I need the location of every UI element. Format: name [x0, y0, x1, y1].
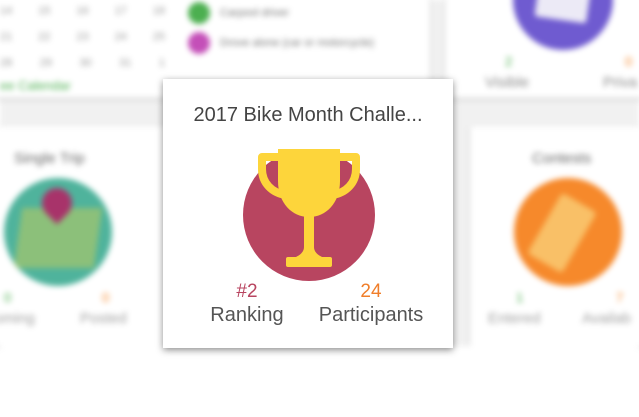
- available-count: 7: [616, 290, 624, 305]
- ticket-shape: [527, 192, 597, 274]
- calendar-grid: 14 15 16 17 18 21 22 23 24 25 28 29 30 3…: [0, 0, 165, 76]
- private-label: Priva: [603, 74, 638, 91]
- ranking-label: Ranking: [210, 304, 284, 326]
- calendar-day[interactable]: 23: [76, 31, 88, 43]
- calendar-day[interactable]: 31: [119, 57, 131, 69]
- visible-label: Visible: [485, 74, 529, 91]
- contests-panel[interactable]: Contests 1 Entered 7 Availab: [470, 126, 639, 346]
- calendar-day[interactable]: 21: [0, 31, 12, 43]
- page-bottom: [0, 346, 639, 417]
- calendar-row: 21 22 23 24 25: [0, 24, 165, 50]
- legend-label: Carpool driver: [220, 7, 290, 19]
- see-calendar-link[interactable]: ee Calendar: [0, 78, 71, 93]
- posted-count: 0: [102, 290, 110, 305]
- calendar-day[interactable]: 17: [115, 5, 127, 17]
- contests-title: Contests: [532, 150, 592, 167]
- calendar-day[interactable]: 28: [0, 57, 12, 69]
- participants-label: Participants: [318, 304, 424, 326]
- calendar-day[interactable]: 24: [115, 31, 127, 43]
- trophy-base: [286, 257, 332, 267]
- calendar-day[interactable]: 15: [38, 5, 50, 17]
- trophy-badge: [242, 141, 377, 281]
- calendar-day[interactable]: 22: [38, 31, 50, 43]
- car-icon: [188, 32, 210, 54]
- posted-label: Posted: [80, 310, 127, 327]
- challenge-card[interactable]: 2017 Bike Month Challe... #2 Ranking 24 …: [163, 79, 453, 348]
- calendar-day[interactable]: 14: [0, 5, 12, 17]
- entered-count: 1: [516, 290, 524, 305]
- visibility-panel: 2 Visible 0 Priva: [445, 0, 639, 98]
- available-label: Availab: [582, 310, 631, 327]
- trophy-cup: [278, 149, 340, 217]
- upcoming-label: oming: [0, 310, 35, 327]
- calendar-day[interactable]: 30: [79, 57, 91, 69]
- ranking-value: #2: [236, 281, 258, 302]
- calendar-day[interactable]: 29: [40, 57, 52, 69]
- ranking-stat: #2 Ranking: [177, 281, 317, 327]
- calendar-row: 28 29 30 31 1: [0, 50, 165, 76]
- map-icon: [4, 178, 112, 286]
- participants-value: 24: [360, 281, 382, 302]
- legend-item-carpool: Carpool driver: [188, 2, 289, 24]
- car-icon: [188, 2, 210, 24]
- private-count: 0: [625, 54, 633, 69]
- upcoming-count: 0: [4, 290, 12, 305]
- participants-stat: 24 Participants: [301, 281, 441, 327]
- calendar-day[interactable]: 1: [159, 57, 165, 69]
- calendar-day[interactable]: 25: [153, 31, 165, 43]
- calendar-day[interactable]: 16: [76, 5, 88, 17]
- visible-count: 2: [505, 54, 513, 69]
- single-trip-title: Single Trip: [14, 150, 85, 167]
- calendar-row: 14 15 16 17 18: [0, 0, 165, 24]
- single-trip-panel[interactable]: Single Trip 0 oming 0 Posted: [0, 126, 170, 346]
- trophy-icon: [243, 149, 375, 281]
- legend-item-drove-alone: Drove alone (car or motorcycle): [188, 32, 374, 54]
- challenge-title: 2017 Bike Month Challe...: [193, 104, 423, 126]
- legend-label: Drove alone (car or motorcycle): [220, 37, 375, 49]
- ticket-icon: [514, 178, 622, 286]
- entered-label: Entered: [488, 310, 541, 327]
- calendar-day[interactable]: 18: [153, 5, 165, 17]
